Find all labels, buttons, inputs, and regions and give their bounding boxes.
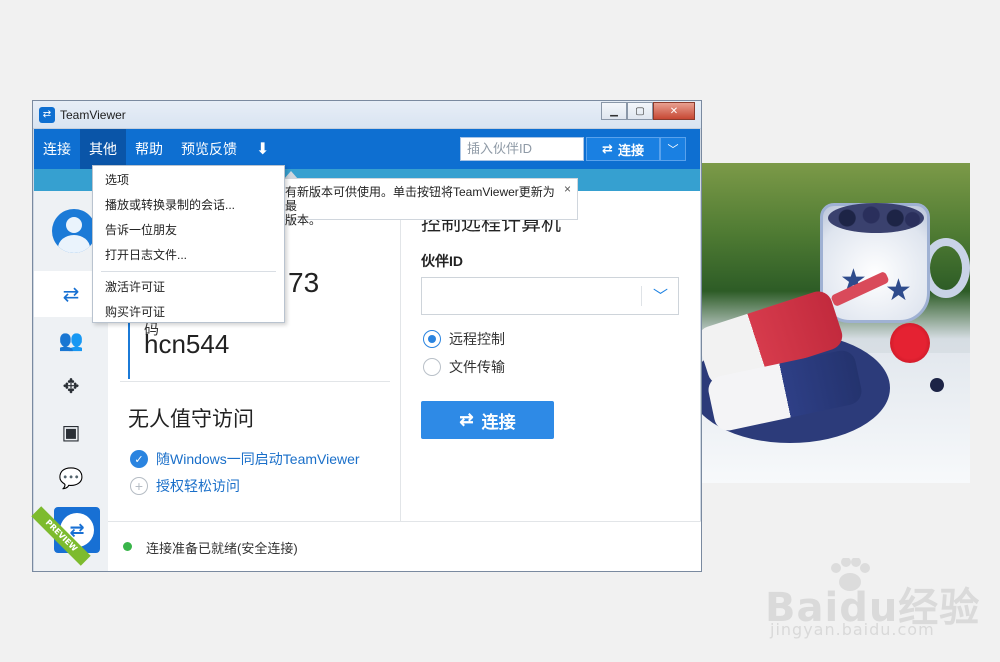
tooltip-line-2: 版本。: [285, 213, 322, 227]
your-id-value: 73: [288, 267, 320, 298]
tooltip-line-1: 有新版本可供使用。单击按钮将TeamViewer更新为最: [285, 185, 555, 213]
start-with-windows-option[interactable]: ✓ 随Windows一同启动TeamViewer: [130, 449, 360, 469]
download-update-icon[interactable]: ⬇: [246, 129, 279, 169]
chevron-down-icon[interactable]: ﹀: [660, 137, 686, 161]
menu-item-options[interactable]: 选项: [93, 168, 284, 193]
quick-connect-label: 连接: [617, 143, 644, 159]
menu-extras[interactable]: 其他: [80, 129, 126, 169]
radio-file-transfer[interactable]: 文件传输: [423, 357, 505, 377]
partner-id-quick-input[interactable]: 插入伙伴ID: [460, 137, 584, 161]
title-bar: ⇄ TeamViewer ▁ ▢ ✕: [33, 101, 701, 129]
status-text: 连接准备已就绪(安全连接): [146, 541, 298, 556]
background-photo: ★ ★: [700, 163, 970, 483]
arrows-icon: ⇄: [459, 410, 474, 429]
teamviewer-logo-icon: ⇄: [39, 106, 55, 123]
radio-selected-icon: [423, 330, 441, 348]
menu-item-buy-license[interactable]: 购买许可证: [93, 300, 284, 325]
radio-file-transfer-label: 文件传输: [449, 359, 505, 375]
teamviewer-brand-logo: ⇄ PREVIEW: [31, 505, 108, 567]
close-button[interactable]: ✕: [653, 102, 695, 120]
menu-item-activate-license[interactable]: 激活许可证: [93, 275, 284, 300]
fullscreen-icon[interactable]: ✥: [34, 363, 108, 409]
chat-icon[interactable]: 💬: [34, 455, 108, 501]
menu-feedback[interactable]: 预览反馈: [172, 129, 246, 169]
connect-button-label: 连接: [481, 412, 516, 432]
menu-item-tell-friend[interactable]: 告诉一位朋友: [93, 218, 284, 243]
start-with-windows-label: 随Windows一同启动TeamViewer: [156, 451, 360, 467]
control-remote-panel: 控制远程计算机 伙伴ID ﹀ 远程控制 文件传输 ⇄ 连接: [401, 191, 701, 521]
partner-id-input[interactable]: ﹀: [421, 277, 679, 315]
menu-item-open-log[interactable]: 打开日志文件...: [93, 243, 284, 268]
menu-connection[interactable]: 连接: [34, 129, 80, 169]
menu-help[interactable]: 帮助: [126, 129, 172, 169]
password-value: hcn544: [144, 329, 230, 359]
easy-access-label: 授权轻松访问: [156, 478, 240, 494]
menu-item-play-recording[interactable]: 播放或转换录制的会话...: [93, 193, 284, 218]
connect-button[interactable]: ⇄ 连接: [421, 401, 554, 439]
checkmark-icon: ✓: [130, 450, 148, 468]
quick-connect-button[interactable]: ⇄ 连接: [586, 137, 660, 161]
minimize-button[interactable]: ▁: [601, 102, 627, 120]
easy-access-option[interactable]: + 授权轻松访问: [130, 476, 240, 496]
status-bar: 连接准备已就绪(安全连接): [108, 521, 701, 571]
update-tooltip: 有新版本可供使用。单击按钮将TeamViewer更新为最 版本。 ×: [280, 178, 578, 227]
extras-dropdown-menu: 选项 播放或转换录制的会话... 告诉一位朋友 打开日志文件... 激活许可证 …: [92, 165, 285, 323]
radio-remote-control[interactable]: 远程控制: [423, 329, 505, 349]
watermark-url: jingyan.baidu.com: [770, 620, 935, 639]
menu-bar: 连接 其他 帮助 预览反馈 ⬇ 插入伙伴ID ⇄ 连接 ﹀: [34, 129, 700, 169]
radio-unselected-icon: [423, 358, 441, 376]
chevron-down-icon[interactable]: ﹀: [653, 285, 668, 306]
tooltip-close-icon[interactable]: ×: [564, 182, 571, 196]
radio-remote-control-label: 远程控制: [449, 331, 505, 347]
contacts-icon[interactable]: ▣: [34, 409, 108, 455]
arrows-icon: ⇄: [602, 141, 613, 157]
status-indicator-icon: [123, 542, 132, 551]
avatar[interactable]: [52, 209, 96, 253]
unattended-access-title: 无人值守访问: [128, 408, 254, 431]
plus-icon: +: [130, 477, 148, 495]
partner-id-label: 伙伴ID: [421, 253, 463, 269]
maximize-button[interactable]: ▢: [627, 102, 653, 120]
window-title: TeamViewer: [60, 107, 126, 122]
